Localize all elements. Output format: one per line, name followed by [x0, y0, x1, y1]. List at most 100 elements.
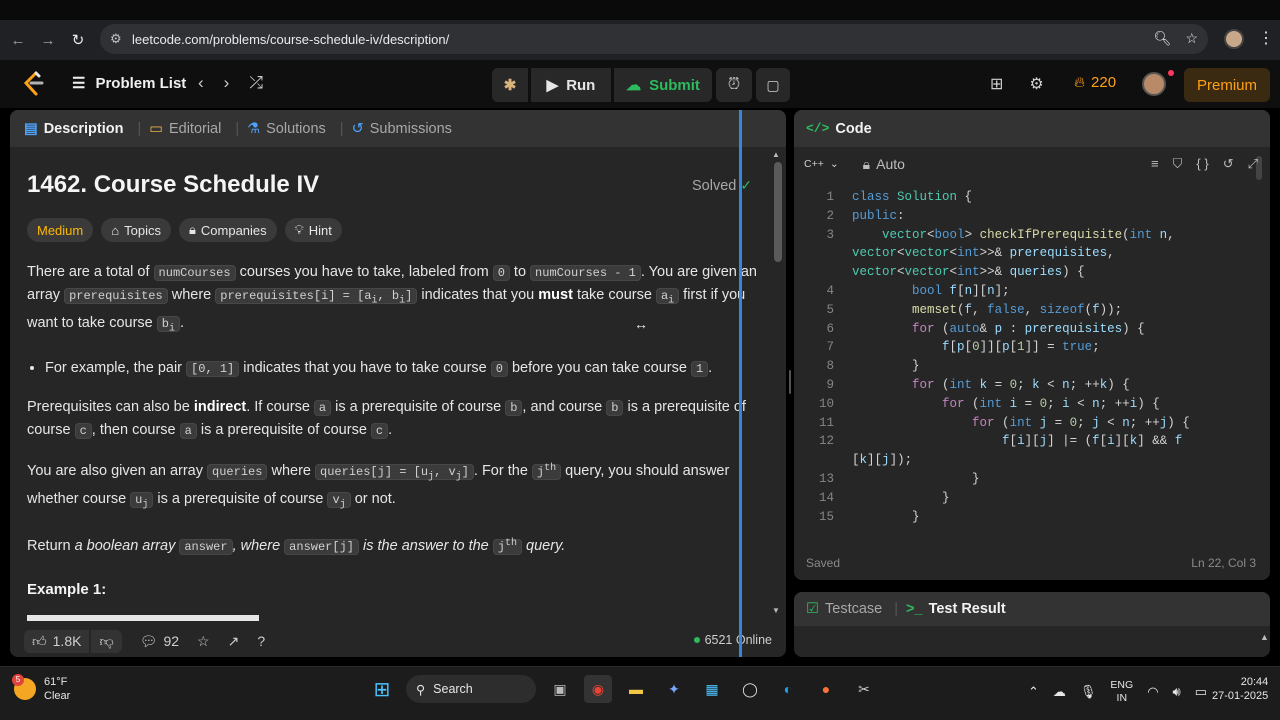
- terminal-icon: >_: [906, 601, 923, 617]
- dell-icon[interactable]: ◯: [736, 675, 764, 703]
- cursor-position: Ln 22, Col 3: [1191, 556, 1256, 570]
- store-icon[interactable]: ▦: [698, 675, 726, 703]
- leetcode-header: ☰ Problem List ‹ › ⤮ ✱ ▶ Run ☁ Submit ⏰︎…: [0, 60, 1280, 108]
- snipping-tool-icon[interactable]: ✂: [850, 675, 878, 703]
- auto-mode-toggle[interactable]: 🔒︎ Auto: [863, 156, 905, 173]
- hint-chip[interactable]: 💡︎ Hint: [284, 218, 342, 242]
- browser-profile-avatar[interactable]: [1224, 29, 1244, 49]
- reload-icon[interactable]: ↻: [66, 28, 90, 52]
- code-editor[interactable]: 123 4 5 6 7 8 9 10 11 12 13 14 15 class Solution {…: [794, 188, 1270, 548]
- online-count: 6521 Online: [693, 633, 772, 647]
- tab-testcase[interactable]: ☑ Testcase: [806, 601, 882, 617]
- tab-test-result[interactable]: >_ Test Result: [906, 601, 1006, 617]
- line-number: 4: [826, 283, 834, 298]
- run-button[interactable]: ▶ Run: [531, 68, 611, 102]
- browser-menu-icon[interactable]: ⋮: [1258, 28, 1274, 48]
- premium-button[interactable]: Premium: [1184, 68, 1270, 102]
- forward-icon[interactable]: →: [36, 28, 60, 52]
- taskbar-search[interactable]: ⚲ Search: [406, 675, 536, 703]
- online-dot: [693, 637, 700, 643]
- tab-submissions[interactable]: ↺ Submissions: [352, 121, 452, 137]
- user-avatar[interactable]: [1142, 72, 1166, 96]
- drag-handle[interactable]: [789, 370, 791, 394]
- auto-label: Auto: [876, 156, 905, 172]
- tab-editorial[interactable]: ▭ Editorial: [149, 121, 221, 137]
- timer-button[interactable]: ⏰︎: [716, 68, 752, 102]
- companies-chip[interactable]: 🔒︎ Companies: [178, 218, 277, 242]
- bookmark-icon[interactable]: ⛉: [1173, 156, 1183, 172]
- back-icon[interactable]: ←: [6, 28, 30, 52]
- line-number: 2: [826, 208, 834, 223]
- tab-solutions[interactable]: ⚗ Solutions: [247, 121, 326, 137]
- line-number: 7: [826, 340, 834, 355]
- site-settings-icon[interactable]: ⚙: [110, 31, 130, 47]
- help-button[interactable]: ?: [257, 633, 265, 649]
- cloud-upload-icon: ☁: [626, 77, 642, 94]
- like-button[interactable]: 👍︎ 1.8K: [24, 629, 90, 653]
- leetcode-logo-icon[interactable]: [22, 71, 46, 97]
- copilot-icon[interactable]: ✦: [660, 675, 688, 703]
- weather-widget[interactable]: 5 61°F Clear: [12, 674, 70, 703]
- share-button[interactable]: ↗: [228, 633, 240, 650]
- expand-icon[interactable]: ⤢: [1248, 156, 1258, 172]
- fire-icon: 🔥︎: [1074, 74, 1086, 91]
- edge-icon[interactable]: ◐: [774, 675, 802, 703]
- windows-taskbar: 5 61°F Clear ⊞ ⚲ Search ▣ ◉ ▬ ✦ ▦ ◯ ◐ ● …: [0, 666, 1280, 720]
- settings-gear-icon[interactable]: ⚙: [1029, 74, 1043, 94]
- debug-button[interactable]: ✱: [492, 68, 528, 102]
- language-select[interactable]: C++ ⌄: [804, 158, 839, 171]
- url-text[interactable]: leetcode.com/problems/course-schedule-iv…: [132, 32, 449, 47]
- next-problem-icon[interactable]: ›: [224, 73, 230, 93]
- comments-button[interactable]: 💬︎ 92: [140, 633, 179, 650]
- file-explorer-icon[interactable]: ▬: [622, 675, 650, 703]
- bookmark-star-icon[interactable]: ☆: [1185, 30, 1198, 47]
- tab-divider: |: [235, 120, 240, 137]
- play-icon: ▶: [546, 77, 559, 94]
- scroll-up-icon[interactable]: ▲: [772, 150, 780, 159]
- weather-sun-icon: 5: [12, 674, 36, 700]
- problem-list-button[interactable]: ☰ Problem List: [72, 74, 186, 93]
- chevron-down-icon: ⌄: [829, 157, 839, 170]
- notes-button[interactable]: ▢: [756, 68, 790, 102]
- windows-start-icon[interactable]: ⊞: [368, 675, 396, 703]
- code-text[interactable]: class Solution { public: vector<bool> ch…: [852, 188, 1264, 526]
- format-icon[interactable]: ≡: [1151, 156, 1159, 172]
- topics-chip[interactable]: ⌂ Topics: [101, 218, 171, 242]
- favorite-button[interactable]: ☆: [197, 633, 210, 650]
- line-number: 14: [818, 490, 834, 505]
- reset-icon[interactable]: ↺: [1223, 156, 1234, 172]
- battery-icon[interactable]: ▭: [1195, 684, 1207, 700]
- tab-editorial-label: Editorial: [168, 120, 222, 137]
- problem-tags: Medium ⌂ Topics 🔒︎ Companies 💡︎ Hint: [27, 218, 342, 242]
- address-bar[interactable]: ⚙ leetcode.com/problems/course-schedule-…: [100, 24, 1208, 54]
- panel-resize-divider[interactable]: [739, 110, 742, 657]
- braces-icon[interactable]: { }: [1196, 156, 1208, 172]
- cloud-icon[interactable]: ☁: [1053, 684, 1066, 700]
- code-status-bar: Saved Ln 22, Col 3: [794, 554, 1270, 574]
- chrome-icon[interactable]: ◉: [584, 675, 612, 703]
- line-numbers: 123 4 5 6 7 8 9 10 11 12 13 14 15: [794, 188, 834, 526]
- test-scroll-icon[interactable]: ▲: [1260, 632, 1269, 642]
- taskbar-clock[interactable]: 20:44 27-01-2025: [1212, 675, 1268, 703]
- layout-icon[interactable]: ⊞: [990, 74, 1003, 94]
- submit-button[interactable]: ☁ Submit: [614, 68, 712, 102]
- prev-problem-icon[interactable]: ‹: [198, 73, 204, 93]
- description-scrollbar[interactable]: [774, 162, 782, 262]
- microphone-icon[interactable]: 🎙︎: [1080, 684, 1097, 700]
- checkbox-icon: ☑: [806, 601, 819, 617]
- line-number: [794, 244, 834, 263]
- streak-counter[interactable]: 🔥︎ 220: [1074, 74, 1116, 91]
- chevron-up-icon[interactable]: ⌃: [1028, 684, 1039, 700]
- zoom-icon[interactable]: 🔍︎: [1154, 30, 1172, 47]
- firefox-icon[interactable]: ●: [812, 675, 840, 703]
- problem-title[interactable]: 1462. Course Schedule IV: [27, 171, 319, 199]
- tab-description[interactable]: ▤ Description: [24, 121, 123, 137]
- question-icon: ?: [257, 633, 266, 649]
- volume-icon[interactable]: 🔊︎: [1173, 684, 1181, 700]
- scroll-down-icon[interactable]: ▼: [772, 606, 780, 615]
- shuffle-icon[interactable]: ⤮: [249, 73, 263, 93]
- dislike-button[interactable]: 👎︎: [91, 629, 122, 653]
- task-view-icon[interactable]: ▣: [546, 675, 574, 703]
- wifi-icon[interactable]: ◠: [1147, 684, 1158, 700]
- language-indicator[interactable]: ENG IN: [1110, 679, 1133, 705]
